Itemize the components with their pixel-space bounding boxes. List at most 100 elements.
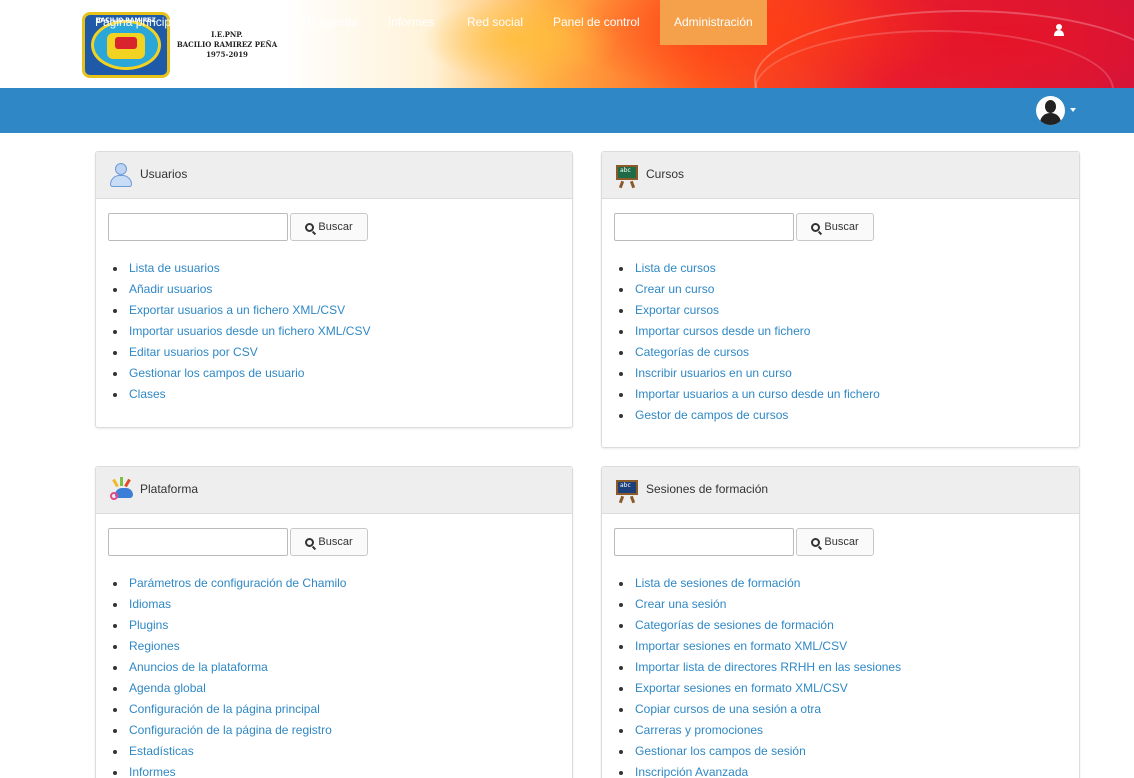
chameleon-icon <box>108 477 134 503</box>
link-gestionar-campos-sesion[interactable]: Gestionar los campos de sesión <box>635 744 806 758</box>
list-item: Crear un curso <box>619 281 880 302</box>
search-input-plataforma[interactable] <box>108 528 288 556</box>
link-parametros-configuracion[interactable]: Parámetros de configuración de Chamilo <box>129 576 346 590</box>
panel-sesiones: abc Sesiones de formación Buscar Lista d… <box>601 466 1080 778</box>
link-lista-sesiones[interactable]: Lista de sesiones de formación <box>635 576 800 590</box>
link-config-pagina-principal[interactable]: Configuración de la página principal <box>129 702 320 716</box>
list-item: Categorías de cursos <box>619 344 880 365</box>
link-exportar-cursos[interactable]: Exportar cursos <box>635 303 719 317</box>
link-lista-de-usuarios[interactable]: Lista de usuarios <box>129 261 220 275</box>
list-item: Importar usuarios desde un fichero XML/C… <box>112 323 370 344</box>
link-importar-sesiones[interactable]: Importar sesiones en formato XML/CSV <box>635 639 847 653</box>
nav-item-panel-de-control[interactable]: Panel de control <box>553 0 640 45</box>
link-lista-de-cursos[interactable]: Lista de cursos <box>635 261 716 275</box>
link-gestor-campos-cursos[interactable]: Gestor de campos de cursos <box>635 408 788 422</box>
link-gestionar-campos-usuario[interactable]: Gestionar los campos de usuario <box>129 366 304 380</box>
search-icon <box>305 537 315 547</box>
list-item: Exportar usuarios a un fichero XML/CSV <box>112 302 370 323</box>
link-list-usuarios: Lista de usuarios Añadir usuarios Export… <box>112 260 370 407</box>
panel-usuarios: Usuarios Buscar Lista de usuarios Añadir… <box>95 151 573 428</box>
user-icon[interactable] <box>1054 24 1064 36</box>
user-icon <box>108 162 134 188</box>
list-item: Gestionar los campos de sesión <box>618 743 901 764</box>
nav-item-mis-cursos[interactable]: Mis cursos <box>214 0 271 45</box>
link-clases[interactable]: Clases <box>129 387 166 401</box>
list-item: Gestionar los campos de usuario <box>112 365 370 386</box>
list-item: Plugins <box>112 617 346 638</box>
link-carreras-promociones[interactable]: Carreras y promociones <box>635 723 763 737</box>
list-item: Gestor de campos de cursos <box>619 407 880 428</box>
chevron-down-icon[interactable] <box>1070 108 1076 112</box>
link-informes[interactable]: Informes <box>129 765 176 778</box>
link-inscripcion-avanzada[interactable]: Inscripción Avanzada <box>635 765 748 778</box>
school-years: 1975-2019 <box>206 50 248 59</box>
list-item: Exportar cursos <box>619 302 880 323</box>
list-item: Regiones <box>112 638 346 659</box>
search-button-plataforma[interactable]: Buscar <box>290 528 368 556</box>
panel-title: Sesiones de formación <box>646 482 769 496</box>
nav-item-red-social[interactable]: Red social <box>467 0 523 45</box>
list-item: Agenda global <box>112 680 346 701</box>
list-item: Inscripción Avanzada <box>618 764 901 778</box>
list-item: Idiomas <box>112 596 346 617</box>
link-categorias-sesiones[interactable]: Categorías de sesiones de formación <box>635 618 834 632</box>
link-config-pagina-registro[interactable]: Configuración de la página de registro <box>129 723 332 737</box>
search-button-cursos[interactable]: Buscar <box>796 213 874 241</box>
search-icon <box>305 222 315 232</box>
link-copiar-cursos[interactable]: Copiar cursos de una sesión a otra <box>635 702 821 716</box>
avatar[interactable] <box>1036 96 1065 125</box>
nav-item-mi-agenda[interactable]: Mi agenda <box>302 0 358 45</box>
link-editar-usuarios-csv[interactable]: Editar usuarios por CSV <box>129 345 258 359</box>
link-list-cursos: Lista de cursos Crear un curso Exportar … <box>619 260 880 428</box>
list-item: Crear una sesión <box>618 596 901 617</box>
search-button-usuarios[interactable]: Buscar <box>290 213 368 241</box>
link-importar-directores[interactable]: Importar lista de directores RRHH en las… <box>635 660 901 674</box>
link-importar-cursos[interactable]: Importar cursos desde un fichero <box>635 324 810 338</box>
link-importar-usuarios[interactable]: Importar usuarios desde un fichero XML/C… <box>129 324 370 338</box>
link-inscribir-usuarios[interactable]: Inscribir usuarios en un curso <box>635 366 792 380</box>
link-estadisticas[interactable]: Estadísticas <box>129 744 194 758</box>
link-agenda-global[interactable]: Agenda global <box>129 681 206 695</box>
list-item: Añadir usuarios <box>112 281 370 302</box>
list-item: Carreras y promociones <box>618 722 901 743</box>
link-exportar-usuarios[interactable]: Exportar usuarios a un fichero XML/CSV <box>129 303 345 317</box>
list-item: Informes <box>112 764 346 778</box>
list-item: Clases <box>112 386 370 407</box>
panel-title: Cursos <box>646 167 685 181</box>
link-exportar-sesiones[interactable]: Exportar sesiones en formato XML/CSV <box>635 681 848 695</box>
list-item: Estadísticas <box>112 743 346 764</box>
nav-item-administracion[interactable]: Administración <box>660 0 767 45</box>
search-input-sesiones[interactable] <box>614 528 794 556</box>
link-list-plataforma: Parámetros de configuración de Chamilo I… <box>112 575 346 778</box>
search-input-usuarios[interactable] <box>108 213 288 241</box>
list-item: Importar sesiones en formato XML/CSV <box>618 638 901 659</box>
link-crear-sesion[interactable]: Crear una sesión <box>635 597 726 611</box>
list-item: Configuración de la página de registro <box>112 722 346 743</box>
search-button-sesiones[interactable]: Buscar <box>796 528 874 556</box>
link-anadir-usuarios[interactable]: Añadir usuarios <box>129 282 212 296</box>
link-idiomas[interactable]: Idiomas <box>129 597 171 611</box>
panel-cursos: abc Cursos Buscar Lista de cursos Crear … <box>601 151 1080 448</box>
link-crear-curso[interactable]: Crear un curso <box>635 282 714 296</box>
link-plugins[interactable]: Plugins <box>129 618 168 632</box>
list-item: Exportar sesiones en formato XML/CSV <box>618 680 901 701</box>
blackboard-icon: abc <box>614 162 640 189</box>
blackboard-icon: abc <box>614 477 640 504</box>
panel-plataforma: Plataforma Buscar Parámetros de configur… <box>95 466 573 778</box>
link-importar-usuarios-curso[interactable]: Importar usuarios a un curso desde un fi… <box>635 387 880 401</box>
list-item: Inscribir usuarios en un curso <box>619 365 880 386</box>
main-navbar <box>0 88 1134 133</box>
list-item: Importar cursos desde un fichero <box>619 323 880 344</box>
link-anuncios-plataforma[interactable]: Anuncios de la plataforma <box>129 660 268 674</box>
link-categorias-cursos[interactable]: Categorías de cursos <box>635 345 749 359</box>
search-icon <box>811 537 821 547</box>
nav-item-informes[interactable]: Informes <box>388 0 435 45</box>
list-item: Lista de usuarios <box>112 260 370 281</box>
search-icon <box>811 222 821 232</box>
list-item: Lista de sesiones de formación <box>618 575 901 596</box>
list-item: Importar usuarios a un curso desde un fi… <box>619 386 880 407</box>
list-item: Categorías de sesiones de formación <box>618 617 901 638</box>
link-regiones[interactable]: Regiones <box>129 639 180 653</box>
nav-item-pagina-principal[interactable]: Página principal <box>95 0 180 45</box>
search-input-cursos[interactable] <box>614 213 794 241</box>
